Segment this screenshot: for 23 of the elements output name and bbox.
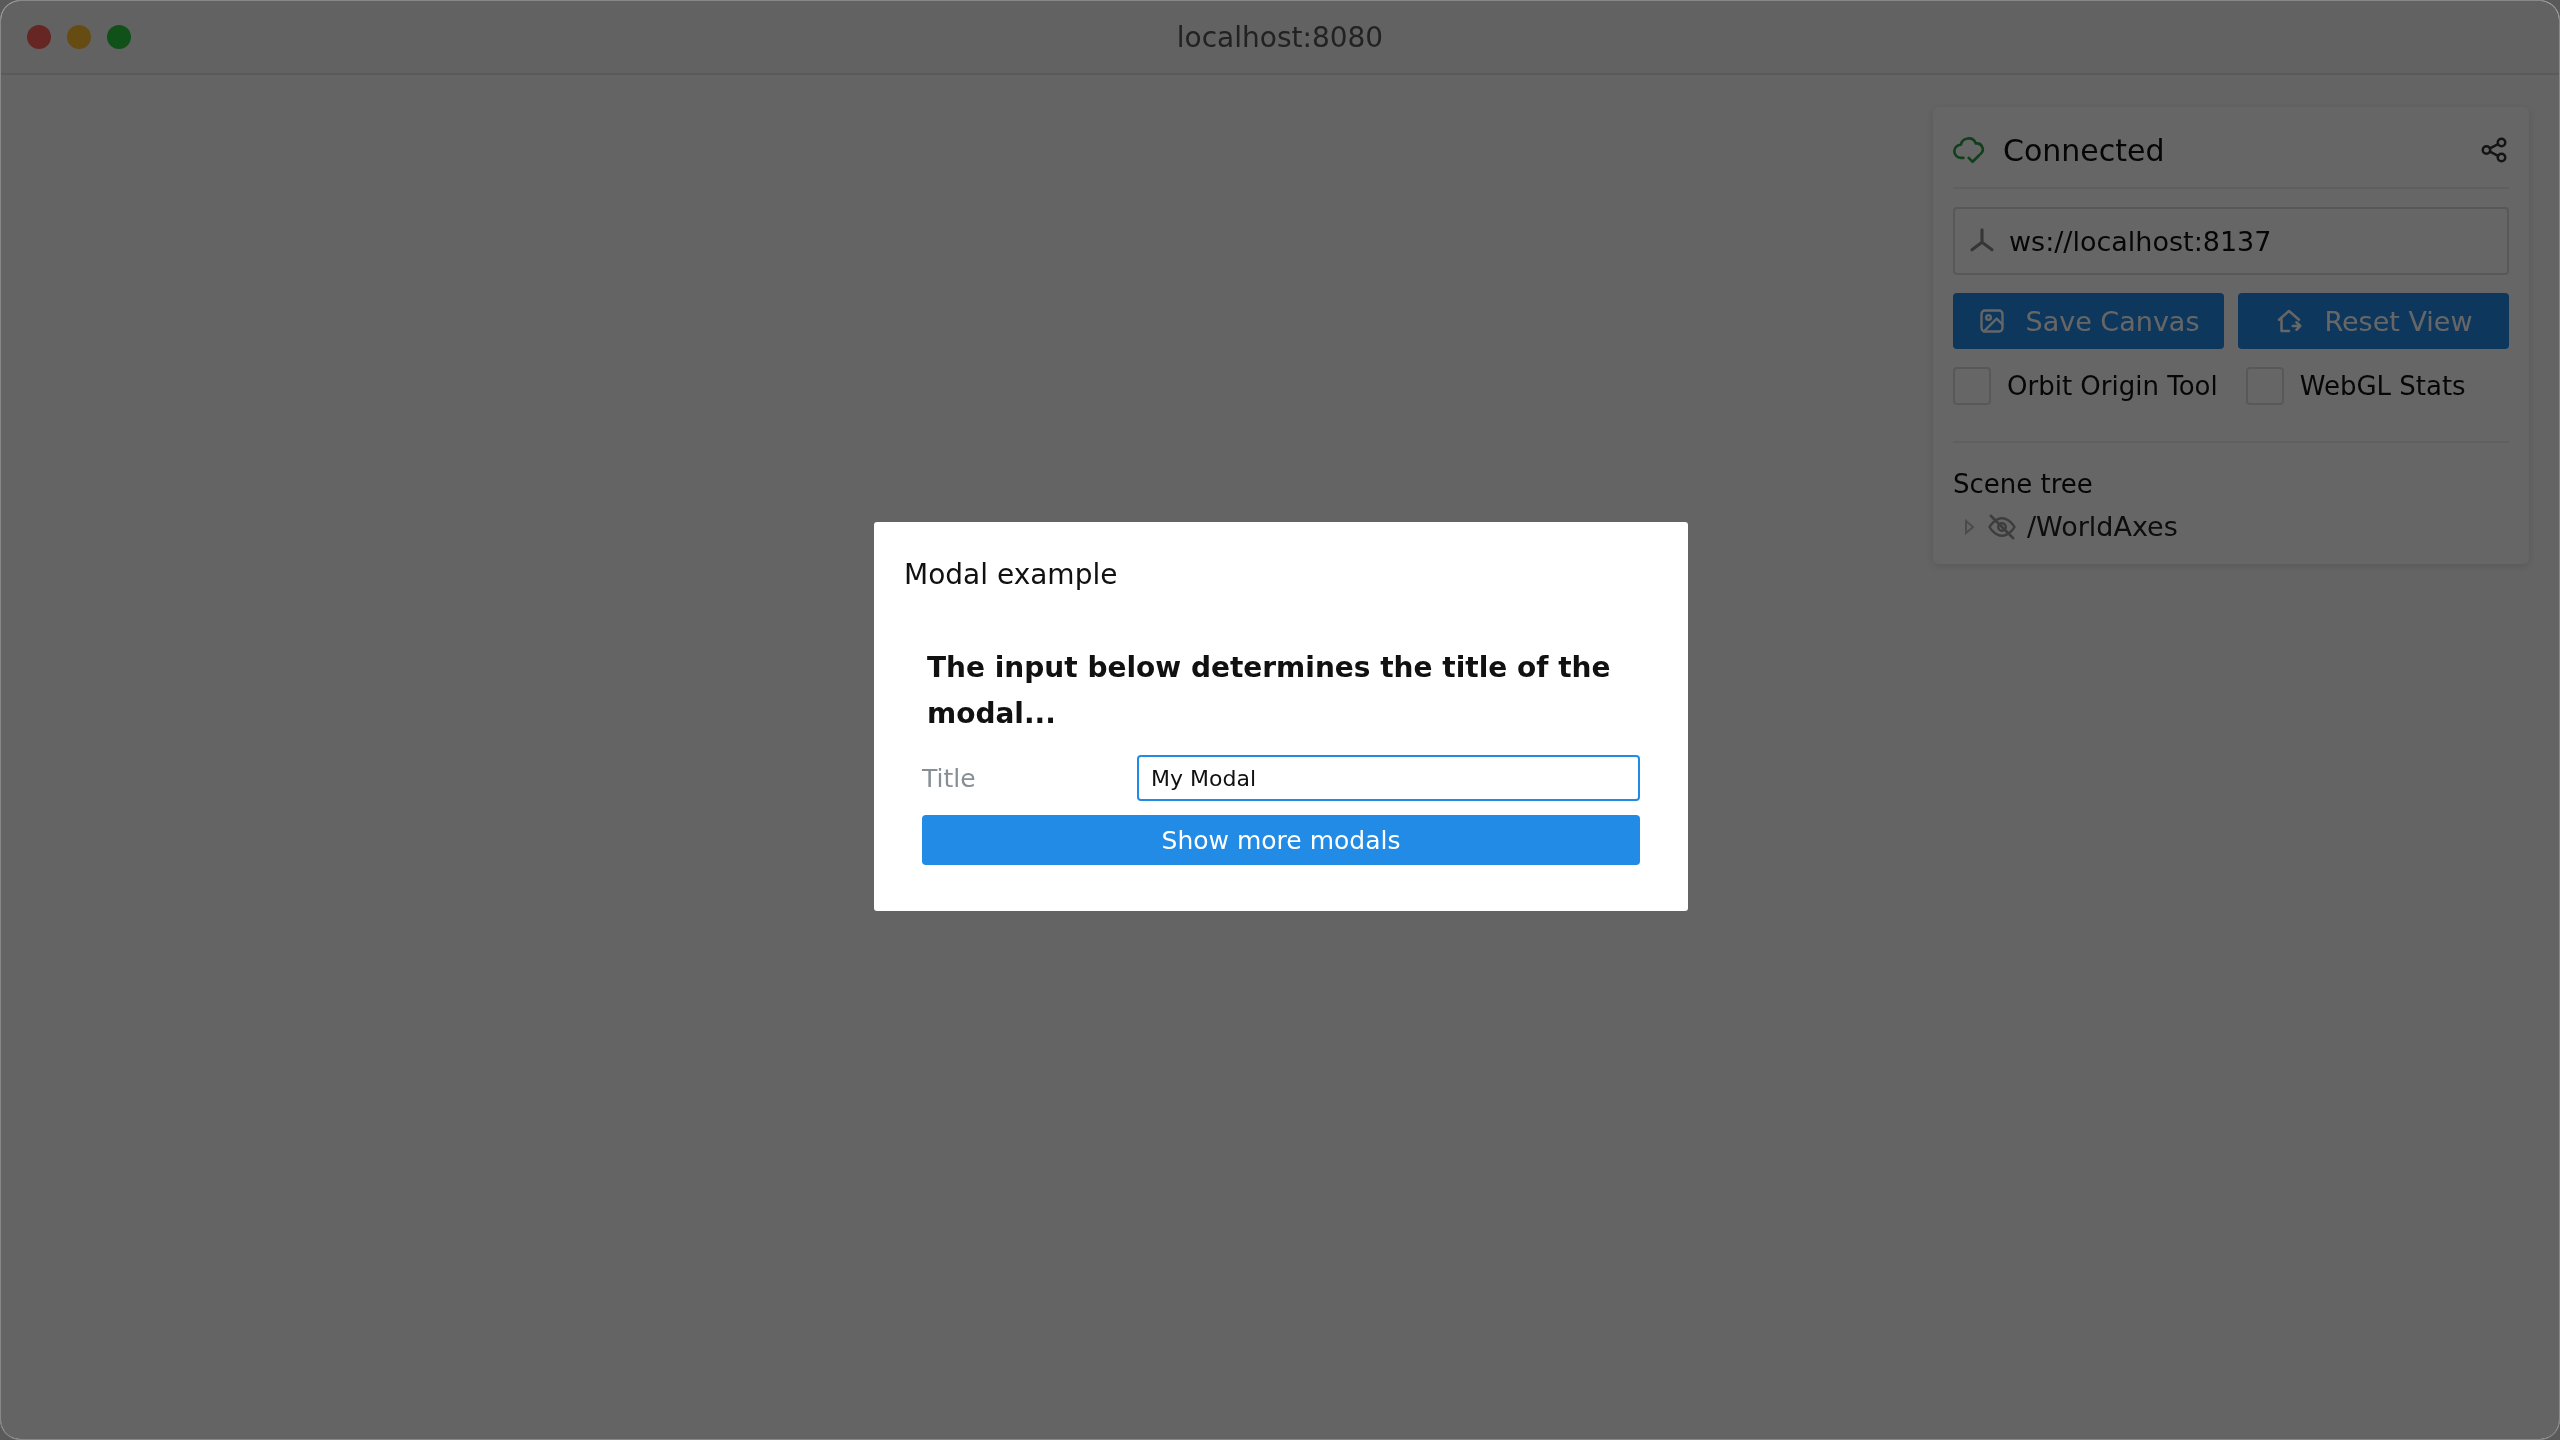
checkbox-label[interactable]: Orbit Origin Tool (2007, 371, 2218, 401)
close-icon[interactable] (27, 25, 51, 49)
share-icon[interactable] (2479, 135, 2509, 165)
cloud-check-icon (1953, 135, 1987, 165)
eye-off-icon[interactable] (1985, 511, 2019, 542)
title-input-field[interactable]: My Modal (1137, 755, 1640, 801)
server-url-field[interactable]: ws://localhost:8137 (1953, 207, 2509, 275)
connection-status: Connected (2003, 132, 2166, 168)
image-icon (1977, 307, 2006, 335)
modal-title: Modal example (904, 558, 1119, 591)
tree-node-label[interactable]: /WorldAxes (2027, 511, 2178, 542)
caret-icon[interactable] (1963, 517, 1977, 536)
reset-view-button[interactable]: Reset View (2238, 293, 2509, 349)
server-url-text[interactable]: ws://localhost:8137 (2009, 225, 2272, 257)
window-title: localhost:8080 (1176, 20, 1384, 54)
field-label: Title (922, 763, 977, 793)
checkbox-label[interactable]: WebGL Stats (2299, 371, 2466, 401)
minimize-icon[interactable] (67, 25, 91, 49)
save-canvas-button[interactable]: Save Canvas (1953, 293, 2224, 349)
maximize-icon[interactable] (107, 25, 131, 49)
show-more-modals-button[interactable]: Show more modals (922, 815, 1640, 865)
modal-heading: The input below determines the title of the modal... (926, 650, 1612, 732)
section-title: Scene tree (1953, 469, 2094, 499)
